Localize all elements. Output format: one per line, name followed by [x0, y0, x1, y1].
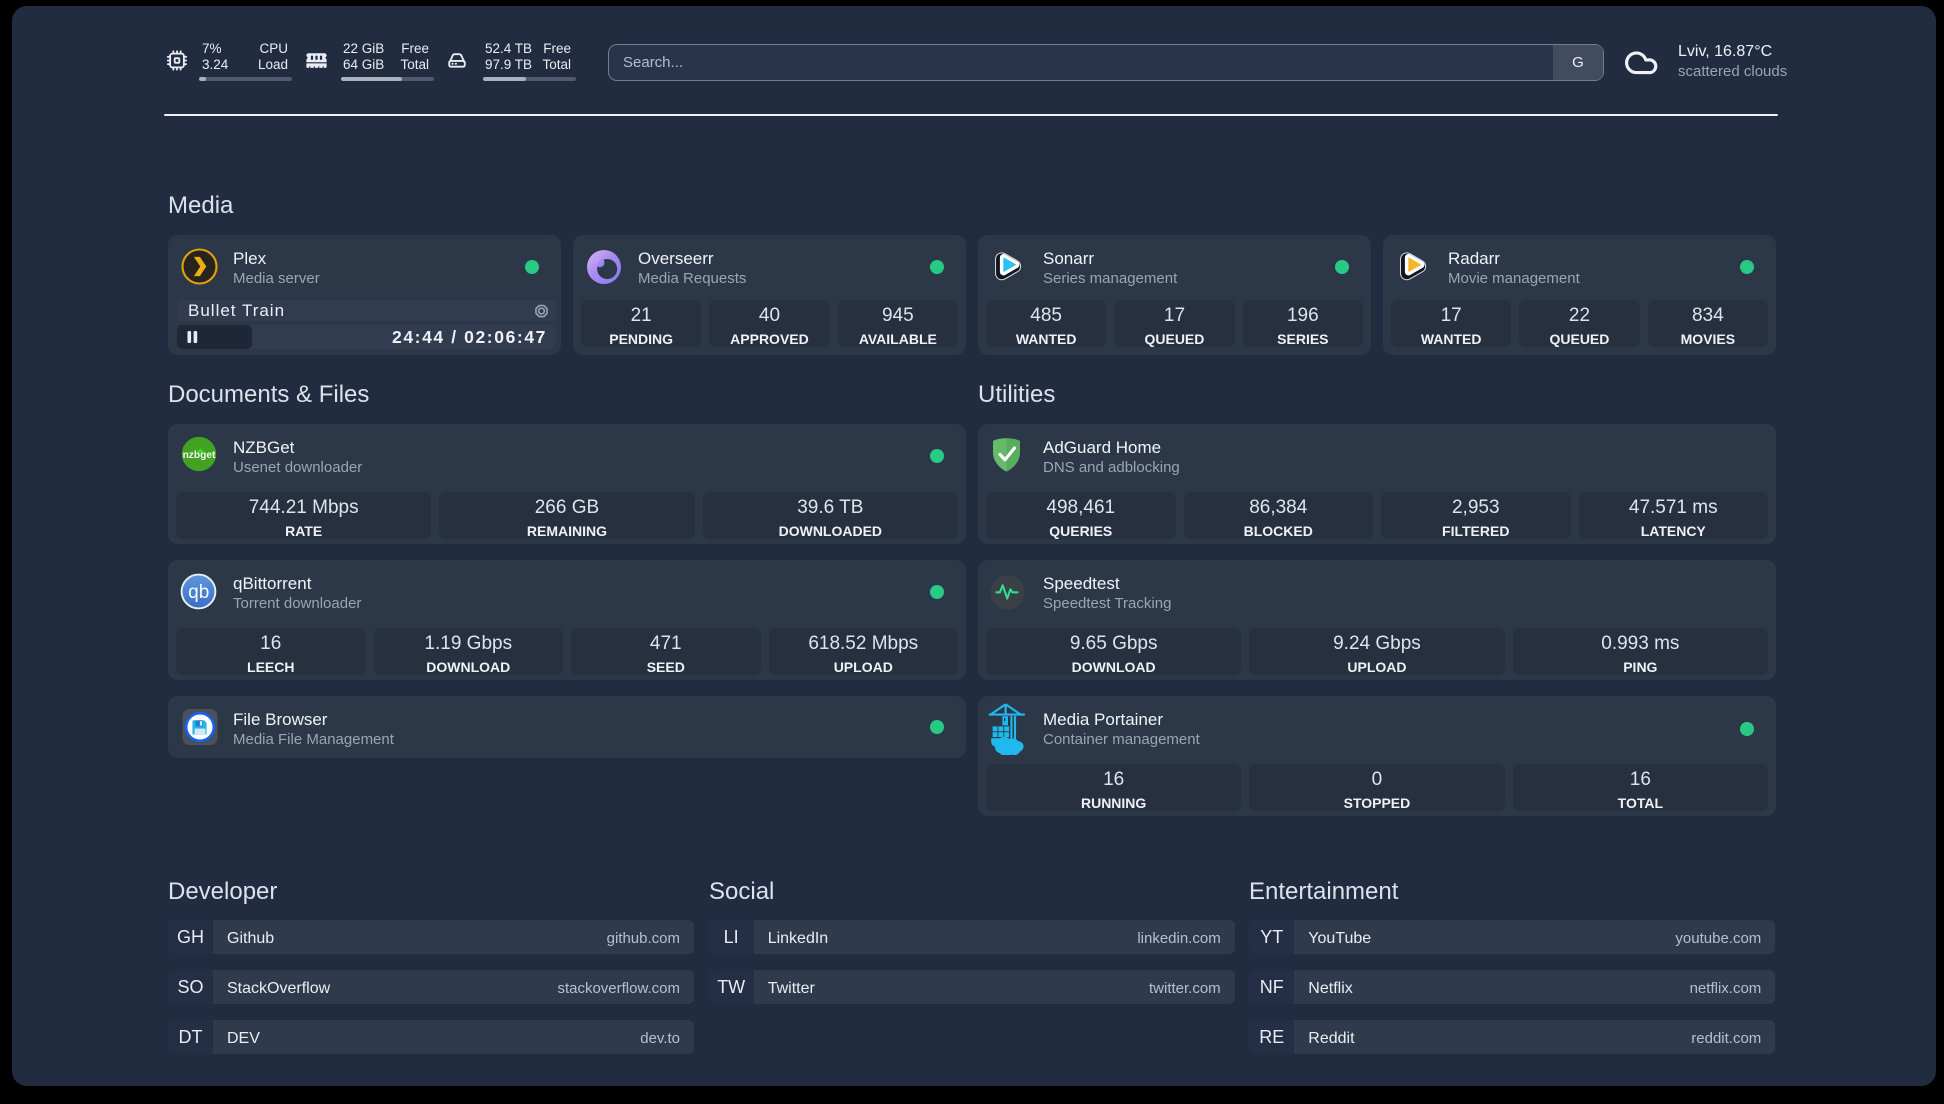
svg-text:nzbget: nzbget	[183, 450, 216, 461]
svg-text:qb: qb	[188, 582, 209, 603]
